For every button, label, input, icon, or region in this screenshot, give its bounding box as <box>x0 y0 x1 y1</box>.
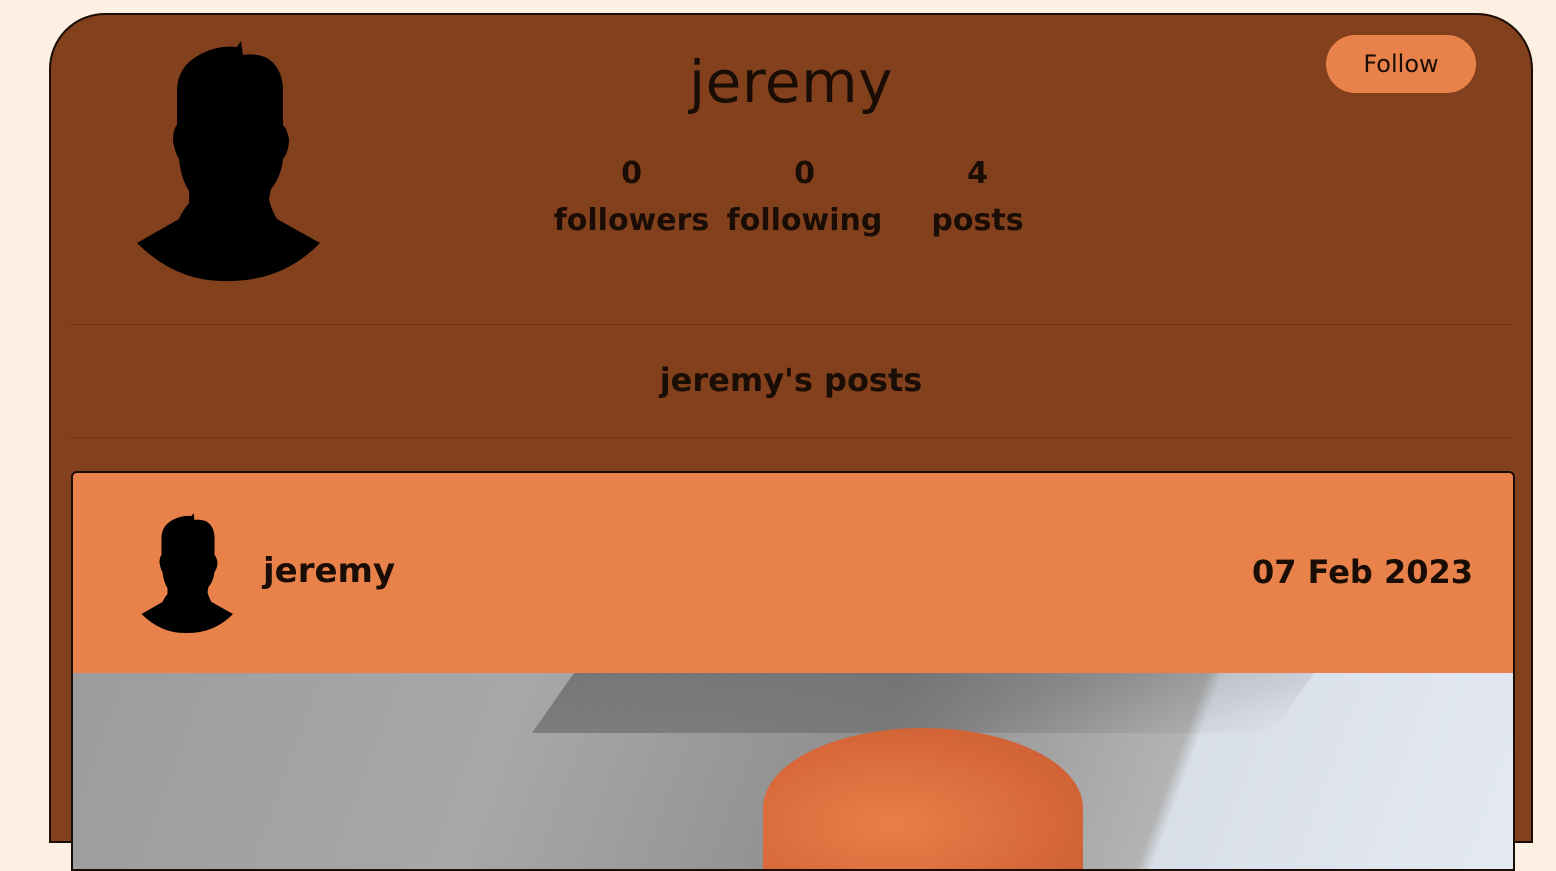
posts-label: posts <box>931 203 1024 238</box>
posts-heading: jeremy's posts <box>659 361 923 399</box>
posts-count: 4 <box>967 156 988 191</box>
divider <box>69 437 1513 438</box>
divider <box>69 324 1513 325</box>
profile-username: jeremy <box>689 48 893 116</box>
profile-stats: 0 followers 0 following 4 posts <box>545 155 1064 249</box>
profile-card: jeremy Follow 0 followers 0 following 4 … <box>49 13 1533 871</box>
following-label: following <box>726 203 883 238</box>
followers-label: followers <box>553 203 710 238</box>
post-image-shadow <box>531 673 1315 733</box>
post-author[interactable]: jeremy <box>263 551 395 591</box>
post-image[interactable] <box>73 673 1513 869</box>
followers-count: 0 <box>621 156 642 191</box>
post-image-subject <box>763 728 1083 869</box>
post-card[interactable]: jeremy 07 Feb 2023 <box>71 471 1515 871</box>
follow-button[interactable]: Follow <box>1326 35 1476 93</box>
following-count: 0 <box>794 156 815 191</box>
post-date: 07 Feb 2023 <box>1251 553 1473 591</box>
stat-posts: 4 posts <box>891 155 1064 249</box>
stat-followers[interactable]: 0 followers <box>545 155 718 249</box>
stat-following[interactable]: 0 following <box>718 155 891 249</box>
post-avatar-icon[interactable] <box>141 513 237 635</box>
